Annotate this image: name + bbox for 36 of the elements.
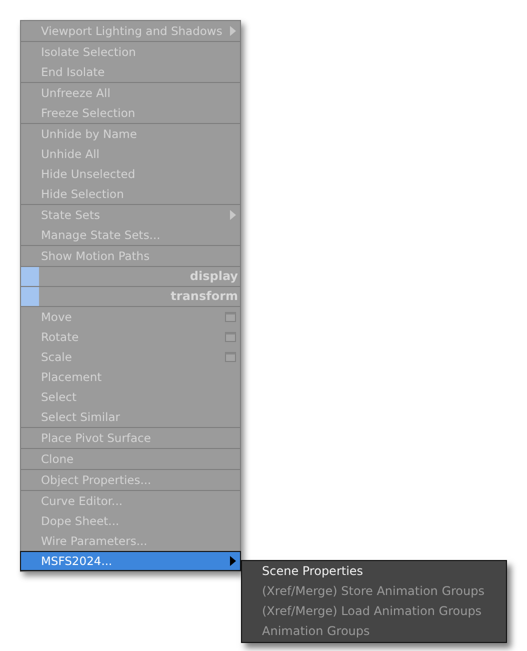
submenu-arrow-icon xyxy=(230,556,236,566)
section-marker-icon xyxy=(21,267,39,286)
submenu-arrow-icon xyxy=(230,210,236,220)
menu-item[interactable]: Unhide by Name xyxy=(21,124,240,144)
menu-item[interactable]: Object Properties... xyxy=(21,470,240,490)
menu-item[interactable]: Unfreeze All xyxy=(21,83,240,103)
menu-item[interactable]: Hide Selection xyxy=(21,184,240,204)
menu-item[interactable]: Rotate xyxy=(21,327,240,347)
section-header: transform xyxy=(170,288,239,305)
options-box-icon[interactable] xyxy=(225,312,236,322)
submenu-arrow-icon xyxy=(230,26,236,36)
menu-item[interactable]: Wire Parameters... xyxy=(21,531,240,551)
options-box-icon[interactable] xyxy=(225,352,236,362)
menu-item[interactable]: Placement xyxy=(21,367,240,387)
menu-item[interactable]: Show Motion Paths xyxy=(21,246,240,266)
menu-item[interactable]: Scale xyxy=(21,347,240,367)
section-header: display xyxy=(188,268,239,285)
menu-item[interactable]: State Sets xyxy=(21,205,240,225)
menu-item[interactable]: Move xyxy=(21,307,240,327)
menu-item[interactable]: Clone xyxy=(21,449,240,469)
menu-item[interactable]: Select Similar xyxy=(21,407,240,427)
section-marker-icon xyxy=(21,287,39,306)
menu-item[interactable]: Select xyxy=(21,387,240,407)
menu-item[interactable]: Manage State Sets... xyxy=(21,225,240,245)
submenu-item[interactable]: Scene Properties xyxy=(242,561,506,581)
menu-item[interactable]: Hide Unselected xyxy=(21,164,240,184)
menu-item[interactable]: End Isolate xyxy=(21,62,240,82)
menu-item[interactable]: Isolate Selection xyxy=(21,42,240,62)
menu-item[interactable]: Viewport Lighting and Shadows xyxy=(21,21,240,41)
menu-item[interactable]: Place Pivot Surface xyxy=(21,428,240,448)
menu-item[interactable]: Unhide All xyxy=(21,144,240,164)
menu-item[interactable]: Dope Sheet... xyxy=(21,511,240,531)
options-box-icon[interactable] xyxy=(225,332,236,342)
menu-item[interactable]: Curve Editor... xyxy=(21,491,240,511)
menu-item[interactable]: Freeze Selection xyxy=(21,103,240,123)
menu-item[interactable]: MSFS2024... xyxy=(20,551,241,571)
